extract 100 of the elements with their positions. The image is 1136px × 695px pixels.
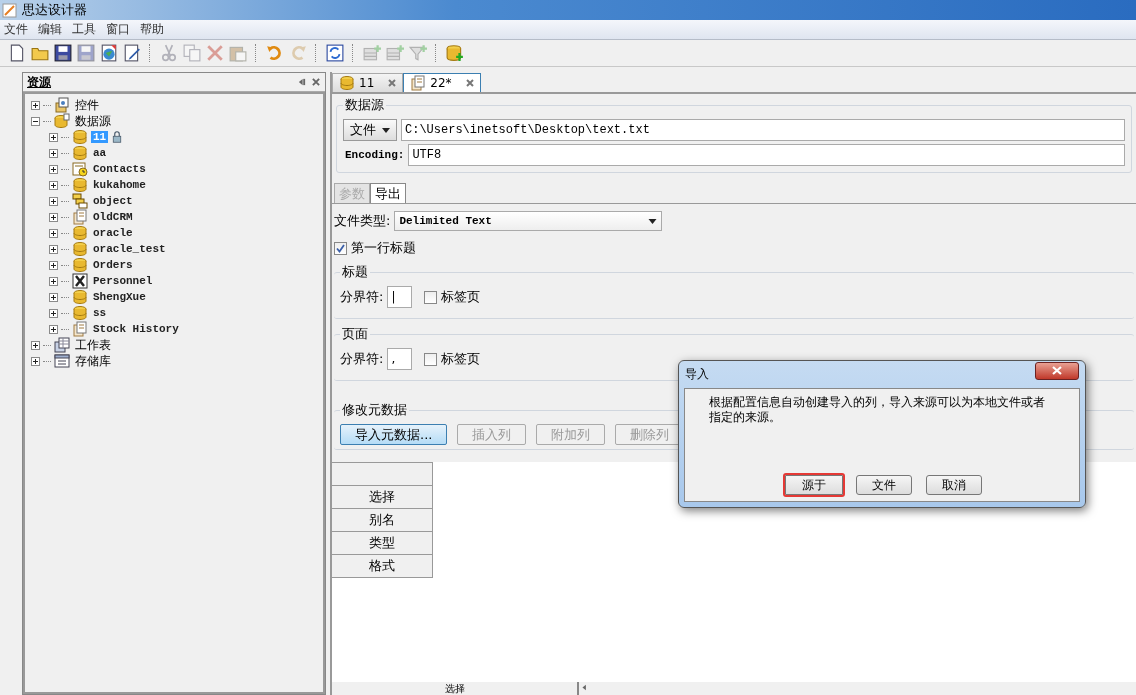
field-label: Encoding: [344,149,405,161]
tree-item[interactable]: object [91,195,135,207]
globe-document-icon[interactable] [100,44,118,62]
database-icon [72,257,88,273]
dialog-title: 导入 [685,366,709,383]
checkbox[interactable] [334,241,347,255]
new-file-icon[interactable] [8,44,26,62]
tree-item[interactable]: kukahome [91,179,148,191]
tree-item[interactable]: OldCRM [91,211,135,223]
tree-item[interactable]: 控件 [73,96,101,114]
tree-item[interactable]: Orders [91,259,135,271]
menu-item[interactable]: 帮助 [140,21,164,38]
app-logo-icon [2,2,18,18]
expand-icon[interactable] [49,308,58,318]
checkbox[interactable] [424,352,438,366]
tree-item[interactable]: ShengXue [91,291,148,303]
editor-tab[interactable]: 22* [403,73,481,92]
save-icon[interactable] [54,44,72,62]
expand-icon[interactable] [49,292,58,302]
row-header: 选择 [332,486,433,509]
caret-icon [382,127,390,133]
expand-icon[interactable] [31,356,40,366]
close-icon[interactable] [465,79,474,87]
tree-item[interactable]: Contacts [91,163,148,175]
database-icon [72,305,88,321]
calendar-clock-icon [72,161,88,177]
group-title: 标题 [341,263,369,281]
expand-icon[interactable] [49,324,58,334]
path-field[interactable]: C:\Users\inetsoft\Desktop\text.txt [401,119,1125,141]
tree-item[interactable]: 工作表 [73,336,113,354]
separator-field[interactable]: | [387,286,413,308]
group-title: 修改元数据 [341,401,408,419]
pages-icon [72,209,88,225]
editor-tab[interactable]: 11 [332,73,404,92]
database-icon [72,289,88,305]
field-label: 分界符: [340,350,384,368]
tab[interactable]: 导出 [370,183,406,203]
collapse-icon[interactable] [31,116,40,126]
expand-icon[interactable] [49,228,58,238]
tree-item[interactable]: oracle [91,227,135,239]
menu-item[interactable]: 窗口 [106,21,130,38]
close-icon [1052,366,1062,375]
field-label: 分界符: [340,288,384,306]
lock-icon [111,131,124,143]
refresh-icon[interactable] [326,44,344,62]
row-header: 格式 [332,555,433,578]
stacked-boxes-icon [72,193,88,209]
menu-item[interactable]: 编辑 [38,21,62,38]
column-header: 选择 [332,682,579,695]
pages-icon [410,75,427,91]
expand-icon[interactable] [49,180,58,190]
expand-icon[interactable] [49,164,58,174]
dialog-button[interactable]: 取消 [926,475,982,495]
dialog-message: 根据配置信息自动创建导入的列，导入来源可以为本地文件或者指定的来源。 [709,395,1046,426]
checkbox-label: 第一行标题 [351,239,416,257]
database-icon [72,145,88,161]
encoding-field[interactable]: UTF8 [408,144,1125,166]
close-button[interactable] [1035,361,1079,380]
group-title: 页面 [341,325,369,343]
metadata-button[interactable]: 导入元数据... [340,424,448,445]
x-sheet-icon [72,273,88,289]
file-type-dropdown[interactable]: Delimited Text [394,211,663,231]
expand-icon[interactable] [49,196,58,206]
row-header: 类型 [332,532,433,555]
close-icon [311,77,321,87]
tree-item[interactable]: 数据源 [73,112,113,130]
expand-icon[interactable] [31,340,40,350]
document-pencil-icon[interactable] [123,44,141,62]
checkbox-label: 标签页 [441,350,481,368]
expand-icon[interactable] [49,212,58,222]
tree-item[interactable]: aa [91,147,109,159]
database-icon [54,113,70,129]
database-icon [72,241,88,257]
tree-item[interactable]: Stock History [91,323,181,335]
worksheet-icon [54,337,70,353]
checkbox[interactable] [424,290,438,304]
window-title: 思达设计器 [22,1,87,19]
panel-title: 资源 [27,73,51,91]
expand-icon[interactable] [31,100,40,110]
dialog-button[interactable]: 文件 [856,475,912,495]
database-icon [339,75,355,91]
source-type-dropdown[interactable]: 文件 [343,119,397,141]
menu-item[interactable]: 文件 [4,21,28,38]
dialog-button[interactable]: 源于 [783,473,845,497]
add-database-icon[interactable] [446,44,464,62]
expand-icon[interactable] [49,244,58,254]
row-header: 别名 [332,509,433,532]
tree-item[interactable]: Personnel [91,275,155,287]
expand-icon[interactable] [49,260,58,270]
expand-icon[interactable] [49,276,58,286]
separator-field[interactable]: , [387,348,413,370]
tree-item[interactable]: 存储库 [73,352,113,370]
expand-icon[interactable] [49,132,58,142]
caret-icon [648,218,658,224]
tree-item[interactable]: ss [91,307,109,319]
tree-item[interactable]: oracle_test [91,243,168,255]
close-icon[interactable] [388,79,397,87]
database-icon [72,129,88,145]
expand-icon[interactable] [49,148,58,158]
menu-item[interactable]: 工具 [72,21,96,38]
